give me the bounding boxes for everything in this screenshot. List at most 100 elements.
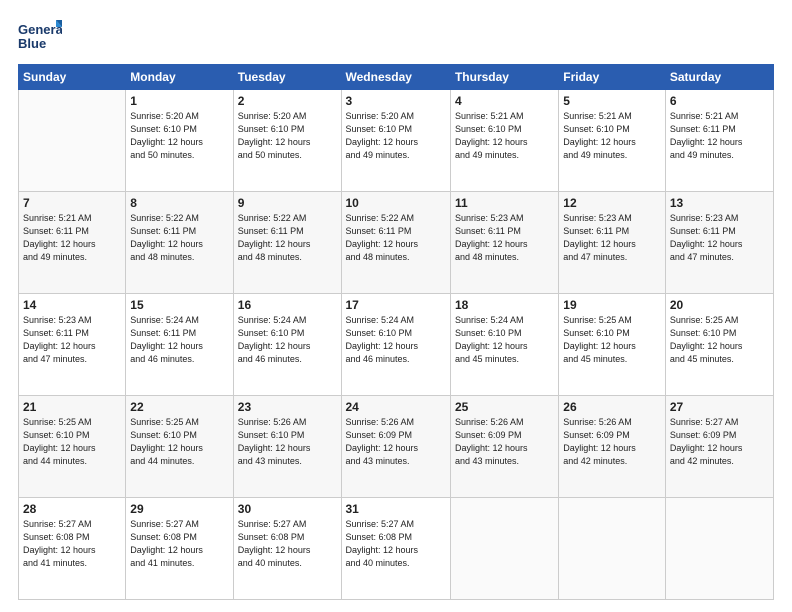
day-info: Sunrise: 5:24 AMSunset: 6:11 PMDaylight:… [130,314,228,366]
calendar-table: Sunday Monday Tuesday Wednesday Thursday… [18,64,774,600]
table-cell: 31 Sunrise: 5:27 AMSunset: 6:08 PMDayligh… [341,498,450,600]
table-cell: 26 Sunrise: 5:26 AMSunset: 6:09 PMDayligh… [559,396,666,498]
col-monday: Monday [126,65,233,90]
table-cell: 16Sunrise: 5:24 AMSunset: 6:10 PMDayligh… [233,294,341,396]
col-sunday: Sunday [19,65,126,90]
day-number: 11 [455,196,554,210]
day-number: 20 [670,298,769,312]
day-number: 14 [23,298,121,312]
table-cell: 14 Sunrise: 5:23 AMSunset: 6:11 PMDayligh… [19,294,126,396]
day-info: Sunrise: 5:23 AMSunset: 6:11 PMDaylight:… [670,212,769,264]
day-number: 30 [238,502,337,516]
table-cell: 8 Sunrise: 5:22 AMSunset: 6:11 PMDaylight… [126,192,233,294]
day-info: Sunrise: 5:21 AMSunset: 6:11 PMDaylight:… [670,110,769,162]
day-number: 23 [238,400,337,414]
day-info: Sunrise: 5:21 AMSunset: 6:11 PMDaylight:… [23,212,121,264]
day-number: 18 [455,298,554,312]
day-info: Sunrise: 5:25 AMSunset: 6:10 PMDaylight:… [23,416,121,468]
col-friday: Friday [559,65,666,90]
day-info: Sunrise: 5:22 AMSunset: 6:11 PMDaylight:… [238,212,337,264]
day-info: Sunrise: 5:22 AMSunset: 6:11 PMDaylight:… [130,212,228,264]
day-info: Sunrise: 5:27 AMSunset: 6:08 PMDaylight:… [346,518,446,570]
day-number: 22 [130,400,228,414]
day-info: Sunrise: 5:22 AMSunset: 6:11 PMDaylight:… [346,212,446,264]
day-number: 3 [346,94,446,108]
table-cell: 11 Sunrise: 5:23 AMSunset: 6:11 PMDayligh… [450,192,558,294]
table-cell: 5Sunrise: 5:21 AMSunset: 6:10 PMDaylight… [559,90,666,192]
day-number: 8 [130,196,228,210]
day-number: 15 [130,298,228,312]
table-row: 14 Sunrise: 5:23 AMSunset: 6:11 PMDayligh… [19,294,774,396]
day-number: 27 [670,400,769,414]
day-info: Sunrise: 5:26 AMSunset: 6:09 PMDaylight:… [563,416,661,468]
day-number: 25 [455,400,554,414]
svg-text:Blue: Blue [18,36,46,51]
day-number: 31 [346,502,446,516]
day-info: Sunrise: 5:27 AMSunset: 6:09 PMDaylight:… [670,416,769,468]
table-cell: 20 Sunrise: 5:25 AMSunset: 6:10 PMDayligh… [665,294,773,396]
day-info: Sunrise: 5:24 AMSunset: 6:10 PMDaylight:… [346,314,446,366]
calendar-body: 1Sunrise: 5:20 AMSunset: 6:10 PMDaylight… [19,90,774,600]
logo-svg: General Blue [18,18,62,56]
table-cell [19,90,126,192]
day-info: Sunrise: 5:21 AMSunset: 6:10 PMDaylight:… [563,110,661,162]
table-cell [559,498,666,600]
day-number: 16 [238,298,337,312]
day-info: Sunrise: 5:20 AMSunset: 6:10 PMDaylight:… [238,110,337,162]
table-cell [665,498,773,600]
day-number: 26 [563,400,661,414]
table-cell [450,498,558,600]
svg-text:General: General [18,22,62,37]
day-info: Sunrise: 5:25 AMSunset: 6:10 PMDaylight:… [563,314,661,366]
day-info: Sunrise: 5:27 AMSunset: 6:08 PMDaylight:… [130,518,228,570]
table-cell: 19 Sunrise: 5:25 AMSunset: 6:10 PMDayligh… [559,294,666,396]
day-info: Sunrise: 5:23 AMSunset: 6:11 PMDaylight:… [455,212,554,264]
day-info: Sunrise: 5:24 AMSunset: 6:10 PMDaylight:… [455,314,554,366]
day-info: Sunrise: 5:23 AMSunset: 6:11 PMDaylight:… [23,314,121,366]
day-number: 17 [346,298,446,312]
header: General Blue [18,18,774,56]
day-number: 9 [238,196,337,210]
day-info: Sunrise: 5:21 AMSunset: 6:10 PMDaylight:… [455,110,554,162]
day-number: 19 [563,298,661,312]
table-cell: 6Sunrise: 5:21 AMSunset: 6:11 PMDaylight… [665,90,773,192]
table-cell: 27 Sunrise: 5:27 AMSunset: 6:09 PMDayligh… [665,396,773,498]
day-info: Sunrise: 5:27 AMSunset: 6:08 PMDaylight:… [23,518,121,570]
day-number: 7 [23,196,121,210]
day-info: Sunrise: 5:26 AMSunset: 6:10 PMDaylight:… [238,416,337,468]
table-row: 28 Sunrise: 5:27 AMSunset: 6:08 PMDayligh… [19,498,774,600]
table-cell: 12 Sunrise: 5:23 AMSunset: 6:11 PMDayligh… [559,192,666,294]
table-cell: 25Sunrise: 5:26 AMSunset: 6:09 PMDayligh… [450,396,558,498]
day-number: 2 [238,94,337,108]
table-cell: 4 Sunrise: 5:21 AMSunset: 6:10 PMDaylight… [450,90,558,192]
day-number: 21 [23,400,121,414]
day-number: 28 [23,502,121,516]
day-info: Sunrise: 5:23 AMSunset: 6:11 PMDaylight:… [563,212,661,264]
table-cell: 29 Sunrise: 5:27 AMSunset: 6:08 PMDayligh… [126,498,233,600]
col-saturday: Saturday [665,65,773,90]
table-cell: 2 Sunrise: 5:20 AMSunset: 6:10 PMDaylight… [233,90,341,192]
table-cell: 18 Sunrise: 5:24 AMSunset: 6:10 PMDayligh… [450,294,558,396]
day-info: Sunrise: 5:25 AMSunset: 6:10 PMDaylight:… [130,416,228,468]
table-cell: 21 Sunrise: 5:25 AMSunset: 6:10 PMDayligh… [19,396,126,498]
col-wednesday: Wednesday [341,65,450,90]
table-cell: 7 Sunrise: 5:21 AMSunset: 6:11 PMDaylight… [19,192,126,294]
calendar-page: General Blue Sunday Monday Tuesday Wedne… [0,0,792,612]
day-number: 13 [670,196,769,210]
day-number: 12 [563,196,661,210]
day-number: 29 [130,502,228,516]
header-row: Sunday Monday Tuesday Wednesday Thursday… [19,65,774,90]
table-row: 1Sunrise: 5:20 AMSunset: 6:10 PMDaylight… [19,90,774,192]
table-cell: 24Sunrise: 5:26 AMSunset: 6:09 PMDayligh… [341,396,450,498]
day-number: 4 [455,94,554,108]
table-cell: 23 Sunrise: 5:26 AMSunset: 6:10 PMDayligh… [233,396,341,498]
day-info: Sunrise: 5:25 AMSunset: 6:10 PMDaylight:… [670,314,769,366]
col-thursday: Thursday [450,65,558,90]
day-info: Sunrise: 5:27 AMSunset: 6:08 PMDaylight:… [238,518,337,570]
table-cell: 9 Sunrise: 5:22 AMSunset: 6:11 PMDaylight… [233,192,341,294]
table-cell: 28 Sunrise: 5:27 AMSunset: 6:08 PMDayligh… [19,498,126,600]
table-cell: 22 Sunrise: 5:25 AMSunset: 6:10 PMDayligh… [126,396,233,498]
day-info: Sunrise: 5:26 AMSunset: 6:09 PMDaylight:… [346,416,446,468]
table-cell: 15 Sunrise: 5:24 AMSunset: 6:11 PMDayligh… [126,294,233,396]
col-tuesday: Tuesday [233,65,341,90]
